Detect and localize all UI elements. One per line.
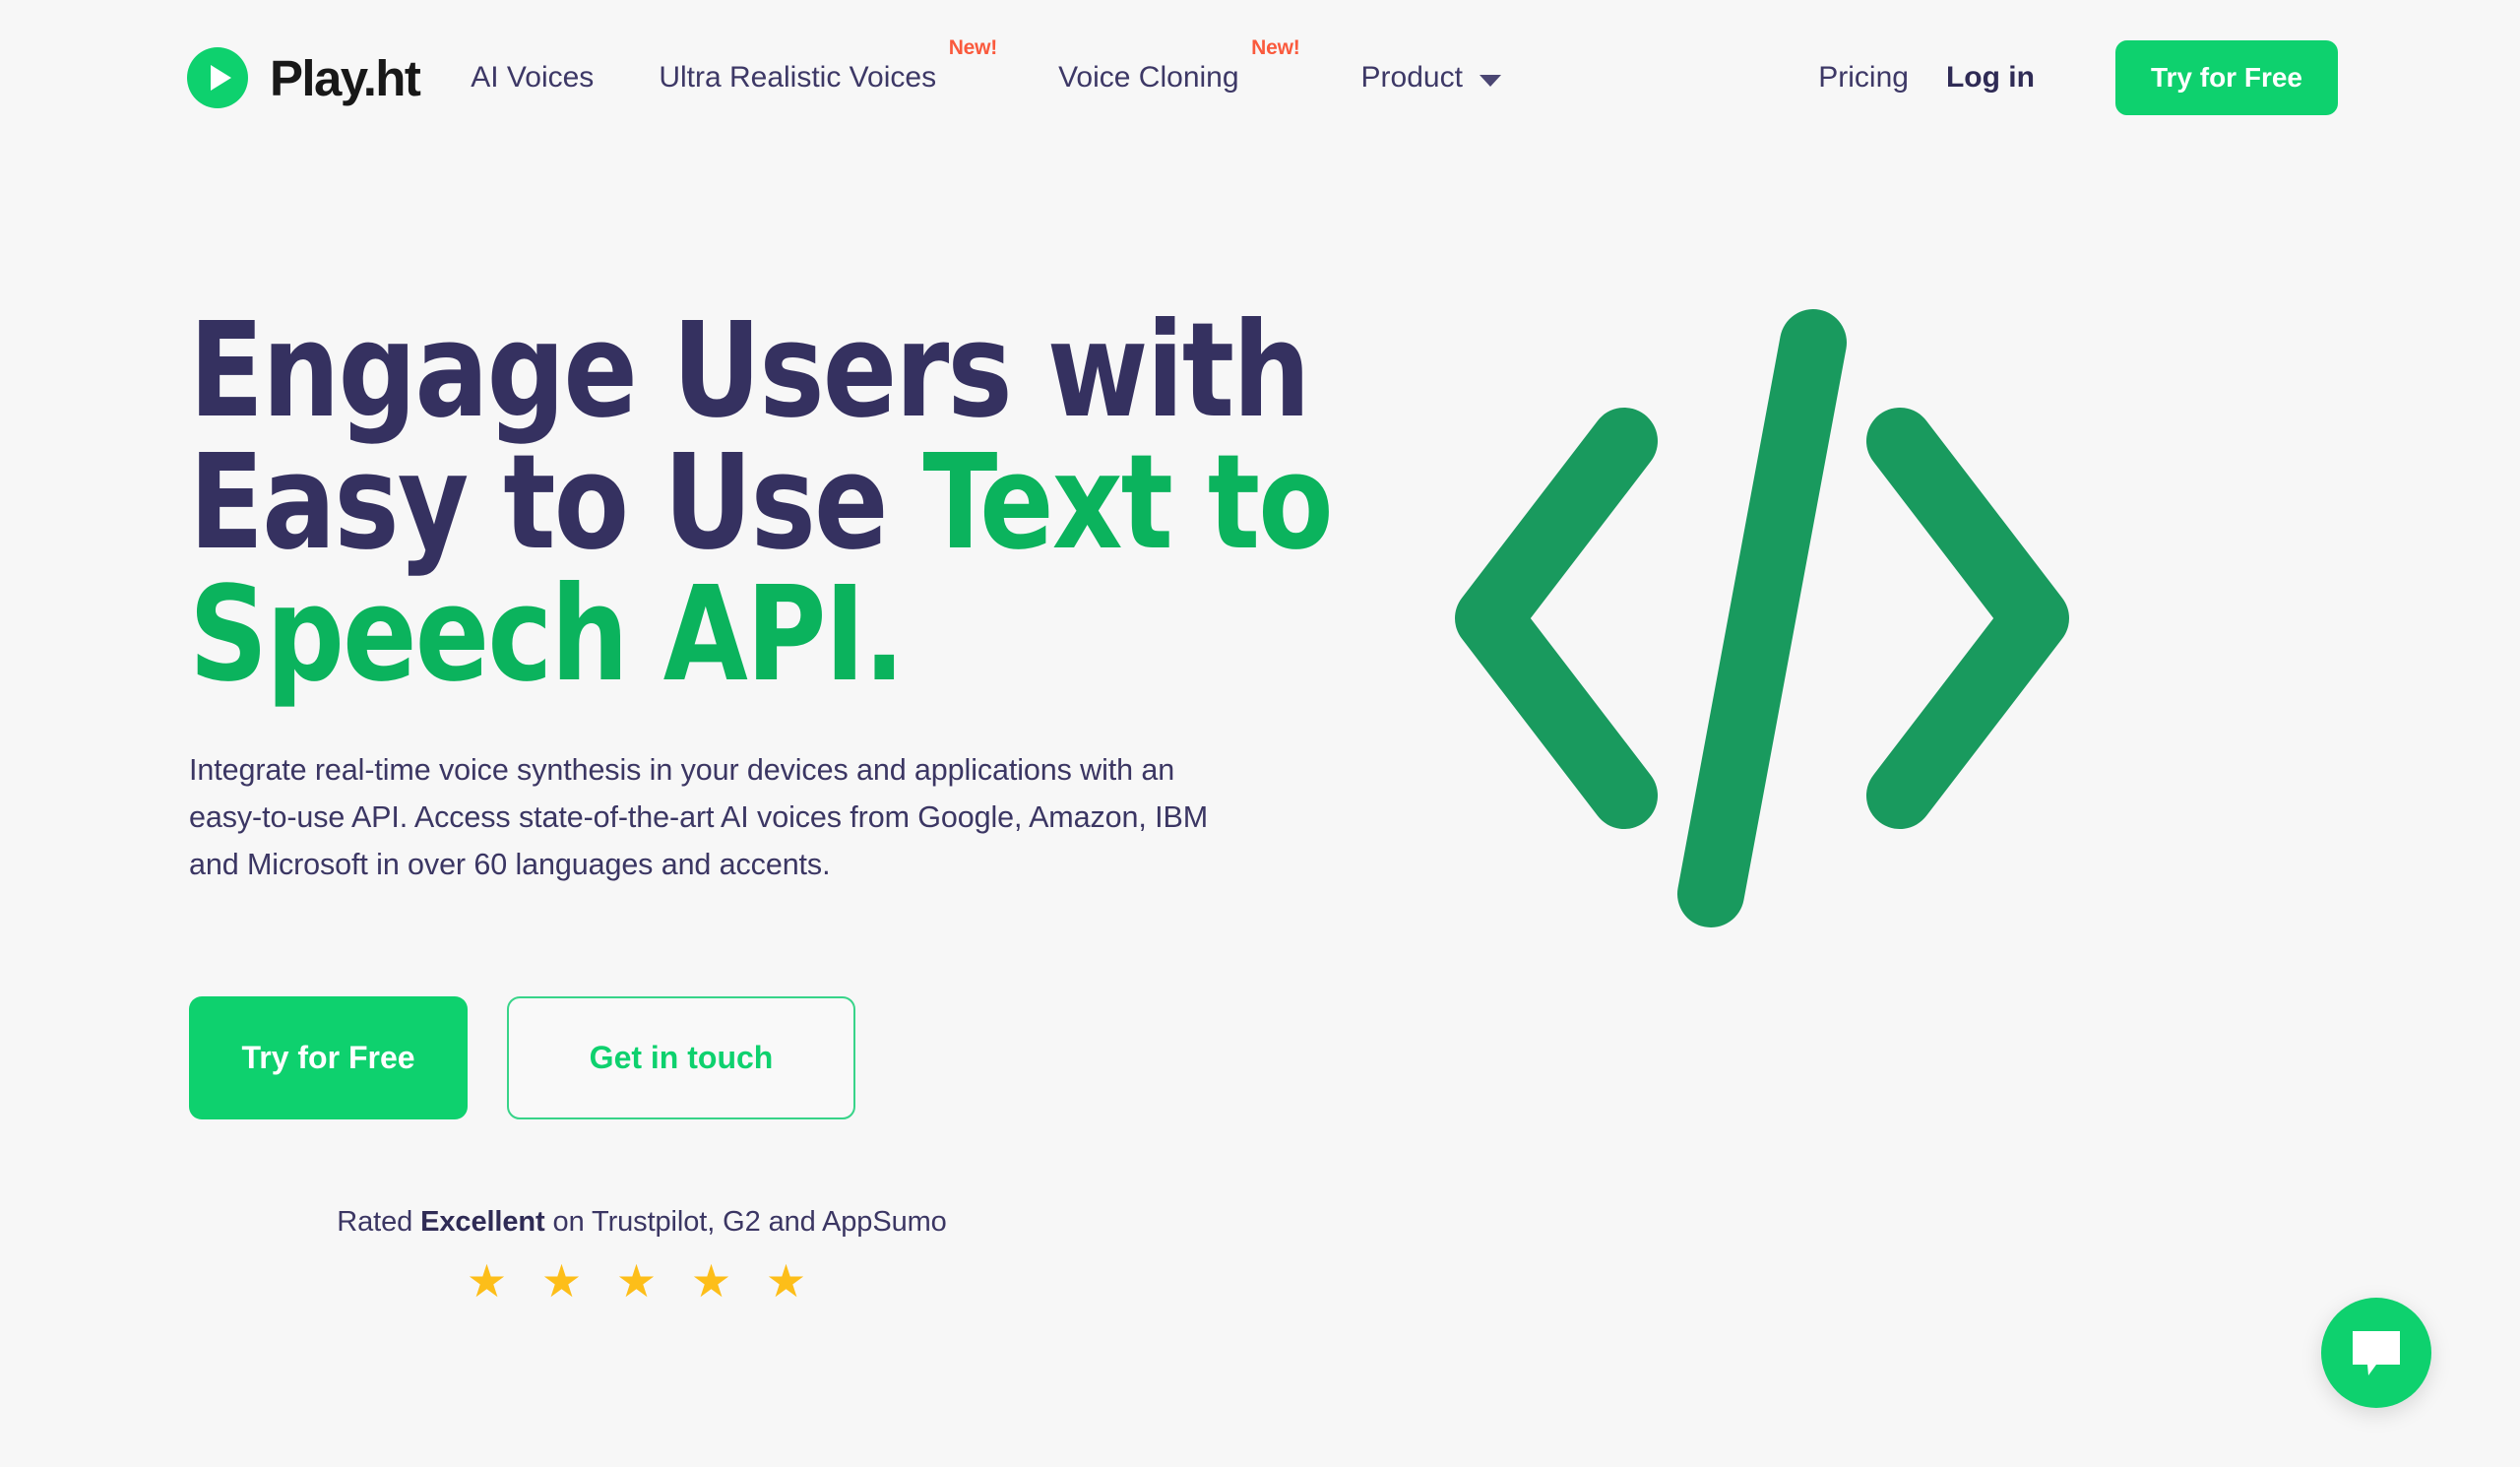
headline-line-1: Engage Users with: [189, 295, 1310, 447]
headline-line-2: Easy to Use Text to: [189, 437, 1341, 569]
new-badge: New!: [948, 36, 998, 59]
main-nav: AI Voices Ultra Realistic Voices New! Vo…: [471, 37, 1818, 106]
headline-line-3: Speech API.: [189, 559, 905, 711]
page-title: Engage Users with Easy to Use Text to Sp…: [189, 305, 1341, 701]
brand-name: Play.ht: [270, 49, 421, 106]
hero-content: Engage Users with Easy to Use Text to Sp…: [0, 156, 1427, 1467]
code-brackets-icon: [1455, 309, 2069, 927]
header-actions: Pricing Log in Try for Free: [1818, 40, 2338, 115]
nav-item-voice-cloning[interactable]: Voice Cloning New!: [1058, 37, 1300, 106]
rating-text: Rated Excellent on Trustpilot, G2 and Ap…: [189, 1208, 1095, 1237]
hero-cta-group: Try for Free Get in touch: [189, 996, 1427, 1119]
rating-prefix: Rated: [337, 1206, 421, 1238]
site-header: Play.ht AI Voices Ultra Realistic Voices…: [0, 0, 2520, 156]
header-try-for-free-button[interactable]: Try for Free: [2114, 40, 2338, 115]
get-in-touch-button[interactable]: Get in touch: [507, 996, 855, 1119]
brand-logo-link[interactable]: Play.ht: [187, 47, 421, 108]
star-rating-icon: ★ ★ ★ ★ ★: [466, 1255, 818, 1307]
nav-item-pricing[interactable]: Pricing: [1818, 61, 1909, 95]
hero-subtext: Integrate real-time voice synthesis in y…: [189, 753, 1209, 881]
hero-section: Engage Users with Easy to Use Text to Sp…: [0, 156, 2520, 1467]
nav-item-label: AI Voices: [471, 61, 595, 94]
nav-item-ai-voices[interactable]: AI Voices: [471, 49, 594, 106]
rating-suffix: on Trustpilot, G2 and AppSumo: [544, 1206, 947, 1238]
rating-block: Rated Excellent on Trustpilot, G2 and Ap…: [189, 1208, 1095, 1307]
nav-item-label: Product: [1360, 61, 1463, 94]
hero-try-for-free-button[interactable]: Try for Free: [189, 996, 468, 1119]
new-badge: New!: [1251, 36, 1300, 59]
chat-bubble-icon: [2353, 1331, 2400, 1375]
nav-item-ultra-realistic-voices[interactable]: Ultra Realistic Voices New!: [659, 37, 997, 106]
headline-line-2-green: Text to: [922, 427, 1333, 579]
chat-launcher-button[interactable]: [2321, 1298, 2431, 1408]
rating-emphasis: Excellent: [420, 1206, 545, 1238]
nav-item-label: Ultra Realistic Voices: [659, 61, 937, 94]
play-circle-icon: [187, 47, 248, 108]
nav-item-product[interactable]: Product: [1361, 49, 1501, 106]
login-link[interactable]: Log in: [1946, 61, 2035, 95]
chevron-down-icon: [1479, 75, 1501, 87]
nav-item-label: Voice Cloning: [1058, 61, 1239, 94]
hero-illustration: [1427, 156, 2520, 1467]
headline-line-2-dark: Easy to Use: [189, 427, 923, 579]
